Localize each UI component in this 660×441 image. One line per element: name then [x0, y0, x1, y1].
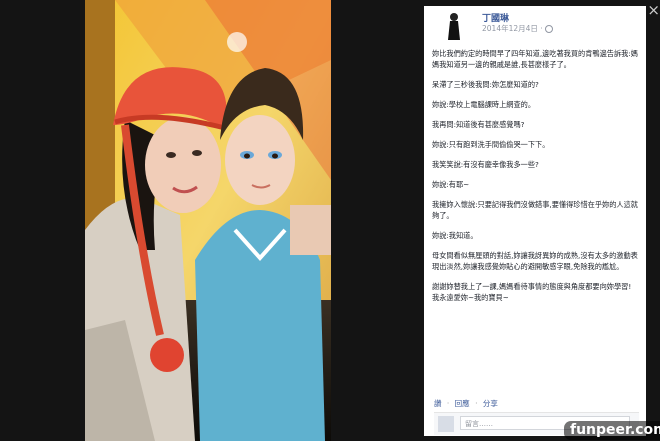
post-text: 妳比我們約定的時間早了四年知道,邊吃著我買的肯鴨邊告訴我:媽媽我知道另一邊的親戚… — [432, 48, 638, 312]
like-link[interactable]: 讚 — [434, 399, 442, 408]
share-link[interactable]: 分享 — [483, 399, 498, 408]
action-separator: · — [446, 399, 450, 408]
post-paragraph: 妳比我們約定的時間早了四年知道,邊吃著我買的肯鴨邊告訴我:媽媽我知道另一邊的親戚… — [432, 49, 638, 69]
site-watermark: funpeer.com — [564, 421, 660, 440]
post-paragraph: 妳說:有耶~ — [432, 180, 470, 189]
post-paragraph: 我再問:知道後有甚麼感覺嗎? — [432, 120, 525, 129]
selfie-image — [85, 0, 331, 441]
photo-viewer: × 丁國琳 2014年12月4日 · 妳比我們約定的時間早了四年知道,邊吃著我買… — [0, 0, 660, 441]
post-paragraph: 妳說:只有跑到洗手間偷偷哭一下下。 — [432, 140, 550, 149]
post-paragraph: 呆滯了三秒後我問:妳怎麼知道的? — [432, 80, 539, 89]
post-paragraph: 母女間看似無厘頭的對話,妳讓我訝異妳的成熟,沒有太多的激動表現出淡然,妳讓我感覺… — [432, 251, 638, 271]
post-paragraph: 謝謝妳替我上了一課,媽媽看待事情的態度與角度都要向妳學習! 我永遠愛妳~我的寶貝… — [432, 282, 632, 302]
comment-link[interactable]: 回應 — [455, 399, 470, 408]
post-paragraph: 我笑笑說:有沒有慶幸像我多一些? — [432, 160, 539, 169]
user-avatar — [438, 416, 454, 432]
post-paragraph: 妳說:我知道。 — [432, 231, 478, 240]
author-avatar[interactable] — [440, 10, 468, 42]
post-time-text[interactable]: 2014年12月4日 · — [482, 24, 545, 33]
globe-icon — [545, 25, 554, 33]
close-icon[interactable]: × — [647, 3, 660, 18]
post-actions: 讚 · 回應 · 分享 — [434, 398, 501, 409]
action-separator: · — [475, 399, 478, 408]
post-paragraph: 我擁妳入懷說:只要記得我們沒做錯事,要懂得珍惜在乎妳的人這就夠了。 — [432, 200, 638, 220]
post-photo[interactable] — [85, 0, 331, 441]
post-header: 丁國琳 2014年12月4日 · — [434, 10, 634, 42]
post-timestamp[interactable]: 2014年12月4日 · — [482, 23, 554, 34]
post-side-panel: × 丁國琳 2014年12月4日 · 妳比我們約定的時間早了四年知道,邊吃著我買… — [424, 3, 660, 436]
post-paragraph: 妳說:學校上電腦課時上網查的。 — [432, 100, 536, 109]
